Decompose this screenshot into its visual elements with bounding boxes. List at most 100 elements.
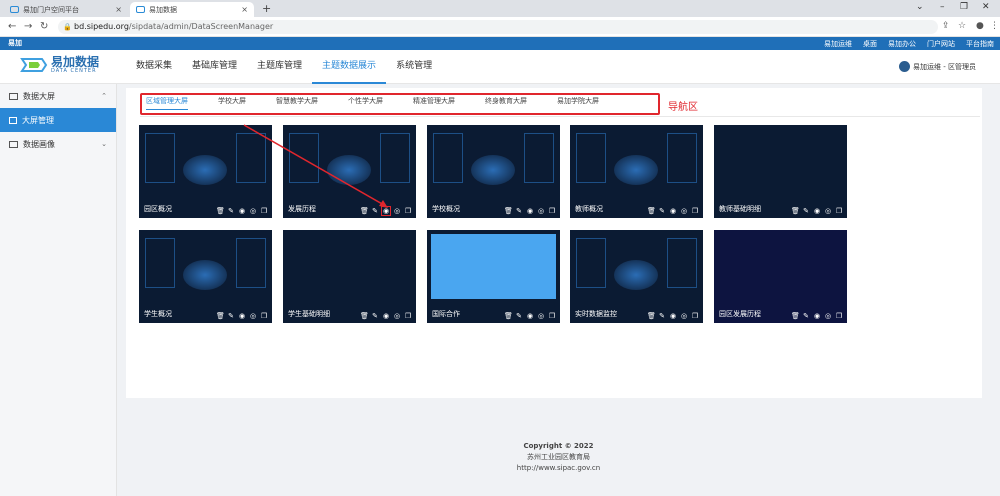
view-icon[interactable]: ◉ [813,207,821,215]
browser-tab-portal[interactable]: 易加门户空间平台 × [4,2,128,17]
copy-icon[interactable]: ❐ [404,207,412,215]
tab-school[interactable]: 学校大屏 [218,96,246,110]
view-icon[interactable]: ◉ [526,312,534,320]
user-menu[interactable]: 易加运维 - 区管理员 [899,61,976,72]
copy-icon[interactable]: ❐ [260,207,268,215]
sidebar-group-screens[interactable]: 数据大屏 ⌃ [0,84,116,108]
preview-icon[interactable]: ◎ [393,207,401,215]
top-link[interactable]: 平台指南 [966,39,994,49]
close-icon[interactable]: × [115,5,122,14]
top-link[interactable]: 门户网站 [927,39,955,49]
edit-icon[interactable]: ✎ [658,312,666,320]
screen-card[interactable]: 教师基础明细 🗑 ✎ ◉ ◎ ❐ [714,125,847,218]
nav-data-collection[interactable]: 数据采集 [126,50,182,84]
sidebar-item-screen-manage[interactable]: 大屏管理 [0,108,116,132]
star-icon[interactable]: ☆ [958,21,966,31]
menu-icon[interactable]: ⋮ [990,21,999,31]
delete-icon[interactable]: 🗑 [791,312,800,320]
tab-region[interactable]: 区域管理大屏 [146,96,188,110]
tab-personal[interactable]: 个性学大屏 [348,96,383,110]
edit-icon[interactable]: ✎ [515,312,523,320]
new-tab-icon[interactable]: + [262,2,271,15]
preview-icon[interactable]: ◎ [249,207,257,215]
preview-icon[interactable]: ◎ [393,312,401,320]
delete-icon[interactable]: 🗑 [360,207,369,215]
view-icon[interactable]: ◉ [382,312,390,320]
edit-icon[interactable]: ✎ [227,312,235,320]
view-icon[interactable]: ◉ [526,207,534,215]
back-icon[interactable]: ← [8,21,16,32]
copy-icon[interactable]: ❐ [691,312,699,320]
edit-icon[interactable]: ✎ [371,312,379,320]
copy-icon[interactable]: ❐ [404,312,412,320]
top-link[interactable]: 易加办公 [888,39,916,49]
nav-system[interactable]: 系统管理 [386,50,442,84]
screen-card[interactable]: 学生基础明细 🗑 ✎ ◉ ◎ ❐ [283,230,416,323]
reload-icon[interactable]: ↻ [40,21,48,32]
copy-icon[interactable]: ❐ [548,312,556,320]
preview-icon[interactable]: ◎ [824,312,832,320]
screen-card[interactable]: 园区概况 🗑 ✎ ◉ ◎ ❐ [139,125,272,218]
screen-card[interactable]: 实时数据监控 🗑 ✎ ◉ ◎ ❐ [570,230,703,323]
delete-icon[interactable]: 🗑 [791,207,800,215]
edit-icon[interactable]: ✎ [802,312,810,320]
delete-icon[interactable]: 🗑 [360,312,369,320]
sidebar-group-portrait[interactable]: 数据画像 ⌄ [0,132,116,156]
copy-icon[interactable]: ❐ [548,207,556,215]
copy-icon[interactable]: ❐ [835,207,843,215]
minimize-icon[interactable]: – [940,2,945,12]
nav-base-library[interactable]: 基础库管理 [182,50,247,84]
preview-icon[interactable]: ◎ [824,207,832,215]
preview-icon[interactable]: ◎ [537,207,545,215]
browser-tab-data[interactable]: 易加数据 × [130,2,254,17]
copy-icon[interactable]: ❐ [835,312,843,320]
window-close-icon[interactable]: ✕ [982,2,990,12]
view-icon[interactable]: ◉ [238,207,246,215]
footer-url[interactable]: http://www.sipac.gov.cn [117,463,1000,474]
share-icon[interactable]: ⇪ [942,21,950,31]
preview-icon[interactable]: ◎ [249,312,257,320]
view-icon[interactable]: ◉ [669,207,677,215]
preview-icon[interactable]: ◎ [680,207,688,215]
delete-icon[interactable]: 🗑 [216,207,225,215]
tab-lifelong[interactable]: 终身教育大屏 [485,96,527,110]
delete-icon[interactable]: 🗑 [647,312,656,320]
top-link[interactable]: 易加运维 [824,39,852,49]
preview-icon[interactable]: ◎ [537,312,545,320]
view-icon[interactable]: ◉ [238,312,246,320]
close-icon[interactable]: × [241,5,248,14]
profile-icon[interactable]: ● [976,21,984,31]
tab-academy[interactable]: 易加学院大屏 [557,96,599,110]
copy-icon[interactable]: ❐ [260,312,268,320]
nav-topic-library[interactable]: 主题库管理 [247,50,312,84]
view-icon[interactable]: ◉ [669,312,677,320]
edit-icon[interactable]: ✎ [371,207,379,215]
view-icon[interactable]: ◉ [813,312,821,320]
delete-icon[interactable]: 🗑 [504,312,513,320]
delete-icon[interactable]: 🗑 [216,312,225,320]
view-icon[interactable]: ◉ [381,206,391,216]
edit-icon[interactable]: ✎ [658,207,666,215]
edit-icon[interactable]: ✎ [515,207,523,215]
screen-card[interactable]: 国际合作 🗑 ✎ ◉ ◎ ❐ [427,230,560,323]
edit-icon[interactable]: ✎ [802,207,810,215]
delete-icon[interactable]: 🗑 [647,207,656,215]
screen-card[interactable]: 学生概况 🗑 ✎ ◉ ◎ ❐ [139,230,272,323]
nav-topic-display[interactable]: 主题数据展示 [312,50,387,84]
screen-card[interactable]: 学校概况 🗑 ✎ ◉ ◎ ❐ [427,125,560,218]
tab-precise-manage[interactable]: 精准管理大屏 [413,96,455,110]
tab-smart-teaching[interactable]: 智慧教学大屏 [276,96,318,110]
logo[interactable]: 易加数据 DATA CENTER [20,56,99,74]
delete-icon[interactable]: 🗑 [504,207,513,215]
url-field[interactable]: 🔒 bd.sipedu.org/sipdata/admin/DataScreen… [58,20,938,34]
chevron-down-icon[interactable]: ⌄ [916,2,924,12]
edit-icon[interactable]: ✎ [227,207,235,215]
copy-icon[interactable]: ❐ [691,207,699,215]
screen-card[interactable]: 教师概况 🗑 ✎ ◉ ◎ ❐ [570,125,703,218]
screen-card[interactable]: 发展历程 🗑 ✎ ◉ ◎ ❐ [283,125,416,218]
restore-icon[interactable]: ❐ [960,2,968,12]
forward-icon[interactable]: → [24,21,32,32]
screen-card[interactable]: 园区发展历程 🗑 ✎ ◉ ◎ ❐ [714,230,847,323]
preview-icon[interactable]: ◎ [680,312,688,320]
top-link[interactable]: 桌面 [863,39,877,49]
